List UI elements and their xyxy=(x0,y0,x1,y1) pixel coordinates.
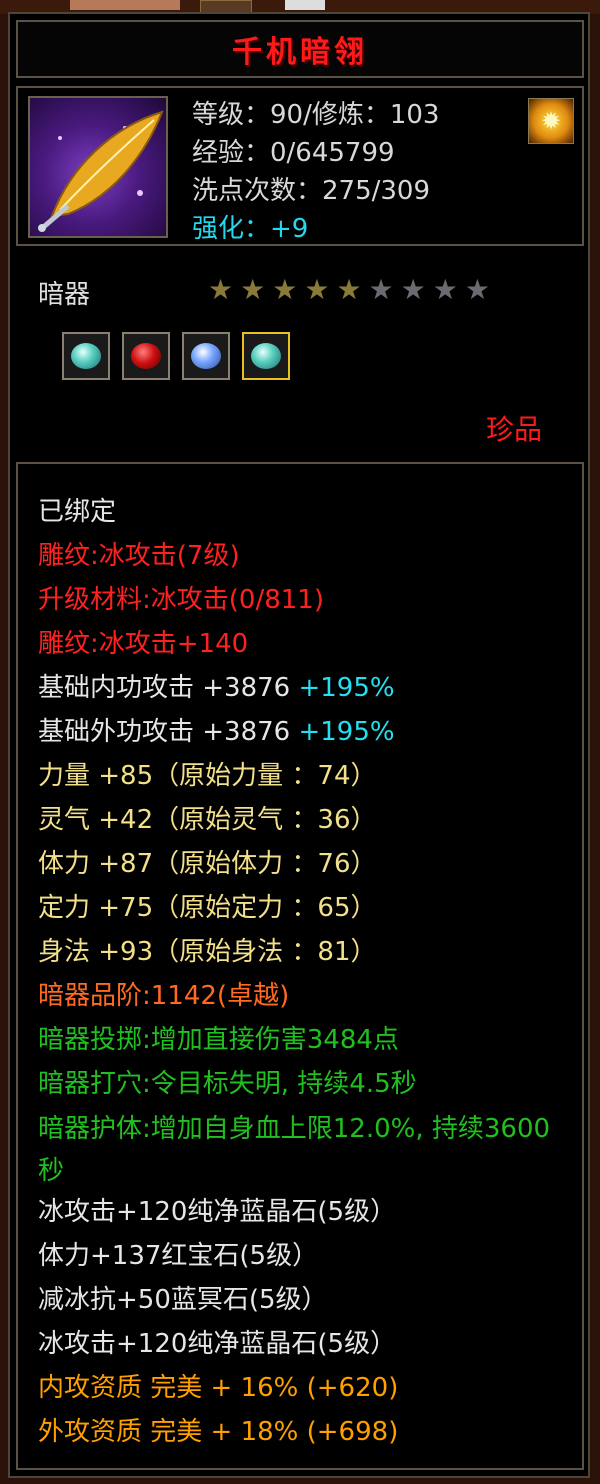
star-filled-icon: ★ xyxy=(272,273,298,306)
stat-agility: 身法 +93（原始身法 ：81） xyxy=(38,937,377,967)
exp-line: 经验：0/645799 xyxy=(192,138,395,168)
background-decoration xyxy=(285,0,325,10)
star-empty-icon: ★ xyxy=(368,273,394,306)
gem-socket[interactable] xyxy=(122,332,170,380)
star-filled-icon: ★ xyxy=(304,273,330,306)
level-line: 等级：90/修炼：103 xyxy=(192,100,440,130)
skill-acupoint: 暗器打穴:令目标失明, 持续4.5秒 xyxy=(38,1069,417,1099)
gem-socket-selected[interactable] xyxy=(242,332,290,380)
item-type: 暗器 xyxy=(38,280,91,310)
inner-quality: 内攻资质 完美 + 16% (+620) xyxy=(38,1373,399,1403)
gem-socket[interactable] xyxy=(182,332,230,380)
stat-focus: 定力 +75（原始定力 ：65） xyxy=(38,893,377,923)
engrave-level: 雕纹:冰攻击(7级) xyxy=(38,541,240,571)
skill-throw: 暗器投掷:增加直接伤害3484点 xyxy=(38,1025,399,1055)
enhance-line: 强化：+9 xyxy=(192,214,309,244)
star-filled-icon: ★ xyxy=(336,273,362,306)
gem-socket[interactable] xyxy=(62,332,110,380)
feather-dart-icon xyxy=(28,96,168,238)
inner-attack-bonus: +195% xyxy=(298,673,395,703)
item-grade: 暗器品阶:1142(卓越) xyxy=(38,981,290,1011)
bound-status: 已绑定 xyxy=(38,497,117,527)
star-filled-icon: ★ xyxy=(240,273,266,306)
inner-attack-value: 基础内功攻击 +3876 xyxy=(38,673,291,703)
gem-sockets xyxy=(62,332,290,380)
upgrade-material: 升级材料:冰攻击(0/811) xyxy=(38,585,324,615)
rarity-label: 珍品 xyxy=(486,413,543,446)
item-name: 千机暗翎 xyxy=(232,35,368,70)
wash-count-line: 洗点次数：275/309 xyxy=(192,176,431,206)
gem-effect-3: 减冰抗+50蓝冥石(5级） xyxy=(38,1285,328,1315)
stat-stamina: 体力 +87（原始体力 ：76） xyxy=(38,849,377,879)
stat-strength: 力量 +85（原始力量 ：74） xyxy=(38,761,377,791)
title-bar: 千机暗翎 xyxy=(16,20,584,78)
inner-attack-line: 基础内功攻击 +3876 +195% xyxy=(38,670,395,706)
skill-guard: 暗器护体:增加自身血上限12.0%, 持续3600秒 xyxy=(38,1114,551,1186)
outer-quality: 外攻资质 完美 + 18% (+698) xyxy=(38,1417,399,1447)
gem-effect-4: 冰攻击+120纯净蓝晶石(5级） xyxy=(38,1329,397,1359)
star-rating: ★ ★ ★ ★ ★ ★ ★ ★ ★ xyxy=(208,272,490,308)
gem-effect-1: 冰攻击+120纯净蓝晶石(5级） xyxy=(38,1197,397,1227)
blue-crystal-icon xyxy=(251,343,281,369)
star-filled-icon: ★ xyxy=(208,273,234,306)
gem-effect-2: 体力+137红宝石(5级） xyxy=(38,1241,319,1271)
outer-attack-value: 基础外功攻击 +3876 xyxy=(38,717,291,747)
blue-crystal-icon xyxy=(71,343,101,369)
outer-attack-line: 基础外功攻击 +3876 +195% xyxy=(38,714,395,750)
star-empty-icon: ★ xyxy=(464,273,490,306)
outer-attack-bonus: +195% xyxy=(298,717,395,747)
engrave-bonus: 雕纹:冰攻击+140 xyxy=(38,629,249,659)
ruby-icon xyxy=(131,343,161,369)
blue-gem-icon xyxy=(191,343,221,369)
flame-badge-icon: ✹ xyxy=(528,98,574,144)
item-info-panel: 等级：90/修炼：103 经验：0/645799 洗点次数：275/309 强化… xyxy=(16,86,584,246)
star-empty-icon: ★ xyxy=(432,273,458,306)
background-decoration xyxy=(70,0,180,10)
star-empty-icon: ★ xyxy=(400,273,426,306)
stat-spirit: 灵气 +42（原始灵气 ：36） xyxy=(38,805,377,835)
